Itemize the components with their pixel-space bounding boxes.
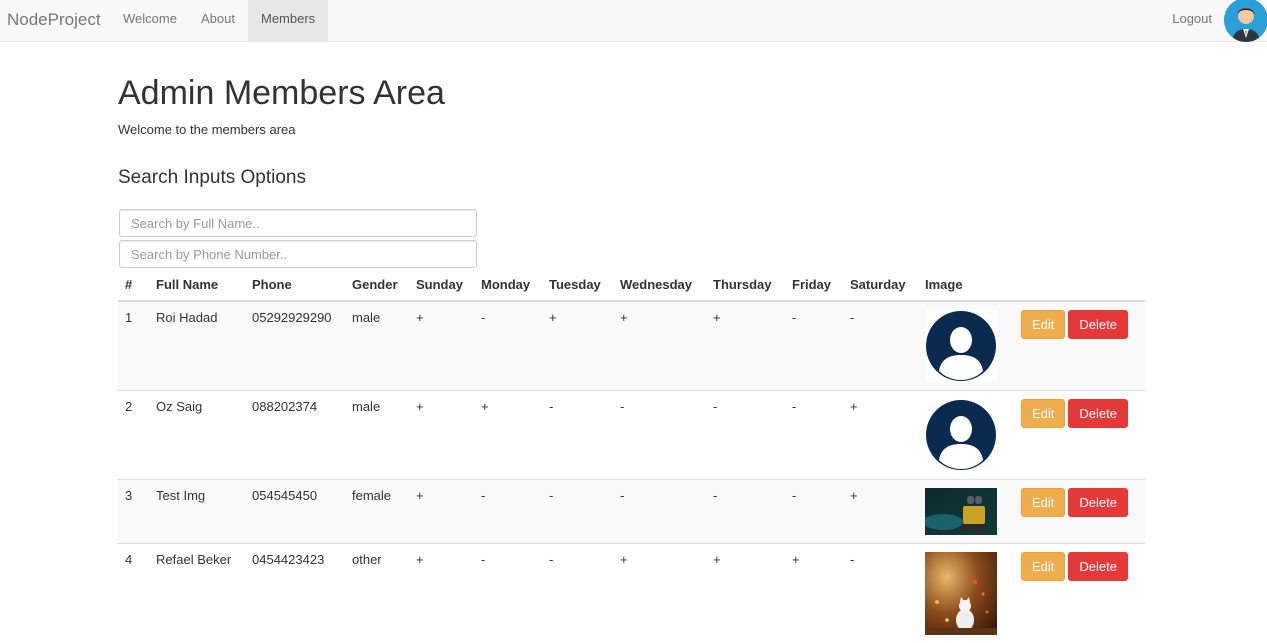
cell-name: Refael Beker: [149, 544, 245, 643]
edit-button[interactable]: Edit: [1021, 399, 1065, 428]
cell-friday: -: [785, 391, 843, 480]
col-friday: Friday: [785, 270, 843, 301]
col-thursday: Thursday: [706, 270, 785, 301]
col-full-name: Full Name: [149, 270, 245, 301]
nav-welcome[interactable]: Welcome: [110, 0, 190, 41]
cell-name: Test Img: [149, 480, 245, 544]
cell-phone: 0454423423: [245, 544, 345, 643]
cell-sunday: +: [409, 391, 474, 480]
cell-sunday: +: [409, 301, 474, 391]
table-row: 3 Test Img 054545450 female + - - - - - …: [118, 480, 1145, 544]
cell-num: 4: [118, 544, 149, 643]
cell-tuesday: +: [542, 301, 613, 391]
table-row: 1 Roi Hadad 05292929290 male + - + + + -…: [118, 301, 1145, 391]
col-phone: Phone: [245, 270, 345, 301]
brand[interactable]: NodeProject: [7, 10, 101, 30]
delete-button[interactable]: Delete: [1068, 552, 1128, 581]
cell-tuesday: -: [542, 391, 613, 480]
cell-thursday: -: [706, 391, 785, 480]
cell-actions: EditDelete: [1014, 301, 1145, 391]
edit-button[interactable]: Edit: [1021, 488, 1065, 517]
cell-actions: EditDelete: [1014, 480, 1145, 544]
col-image: Image: [918, 270, 1014, 301]
search-name-input[interactable]: [119, 209, 477, 237]
cell-wednesday: -: [613, 391, 706, 480]
cell-friday: +: [785, 544, 843, 643]
default-avatar-icon: [925, 399, 997, 471]
cell-image: [918, 544, 1014, 643]
page-title: Admin Members Area: [118, 74, 445, 113]
col-sunday: Sunday: [409, 270, 474, 301]
cell-friday: -: [785, 301, 843, 391]
cell-tuesday: -: [542, 544, 613, 643]
col-monday: Monday: [474, 270, 542, 301]
table-header-row: # Full Name Phone Gender Sunday Monday T…: [118, 270, 1145, 301]
cell-monday: -: [474, 544, 542, 643]
cell-wednesday: +: [613, 544, 706, 643]
logout-link[interactable]: Logout: [1172, 0, 1212, 41]
navbar: NodeProject Welcome About Members Logout: [0, 0, 1267, 42]
cell-saturday: +: [843, 480, 918, 544]
delete-button[interactable]: Delete: [1068, 399, 1128, 428]
cell-thursday: -: [706, 480, 785, 544]
table-row: 2 Oz Saig 088202374 male + + - - - - + E…: [118, 391, 1145, 480]
robot-photo-image: [925, 488, 997, 535]
col-saturday: Saturday: [843, 270, 918, 301]
cell-thursday: +: [706, 544, 785, 643]
table-row: 4 Refael Beker 0454423423 other + - - + …: [118, 544, 1145, 643]
edit-button[interactable]: Edit: [1021, 552, 1065, 581]
col-gender: Gender: [345, 270, 409, 301]
default-avatar-icon: [925, 310, 997, 382]
cell-actions: EditDelete: [1014, 544, 1145, 643]
cell-tuesday: -: [542, 480, 613, 544]
cell-wednesday: +: [613, 301, 706, 391]
cell-phone: 088202374: [245, 391, 345, 480]
cell-gender: female: [345, 480, 409, 544]
cell-name: Roi Hadad: [149, 301, 245, 391]
search-heading: Search Inputs Options: [118, 167, 306, 189]
nav-members[interactable]: Members: [248, 0, 328, 41]
welcome-text: Welcome to the members area: [118, 122, 296, 137]
cell-monday: -: [474, 301, 542, 391]
nav-about[interactable]: About: [188, 0, 248, 41]
cell-monday: +: [474, 391, 542, 480]
cell-image: [918, 391, 1014, 480]
col-wednesday: Wednesday: [613, 270, 706, 301]
cell-actions: EditDelete: [1014, 391, 1145, 480]
delete-button[interactable]: Delete: [1068, 488, 1128, 517]
avatar[interactable]: [1224, 0, 1267, 42]
cell-thursday: +: [706, 301, 785, 391]
delete-button[interactable]: Delete: [1068, 310, 1128, 339]
search-phone-input[interactable]: [119, 240, 477, 268]
cell-num: 3: [118, 480, 149, 544]
cell-phone: 054545450: [245, 480, 345, 544]
cell-gender: male: [345, 301, 409, 391]
cell-gender: male: [345, 391, 409, 480]
cell-name: Oz Saig: [149, 391, 245, 480]
cell-monday: -: [474, 480, 542, 544]
cell-saturday: +: [843, 391, 918, 480]
user-avatar-icon: [1224, 0, 1267, 42]
cell-num: 1: [118, 301, 149, 391]
cell-num: 2: [118, 391, 149, 480]
col-num: #: [118, 270, 149, 301]
cat-photo-image: [925, 552, 997, 635]
cell-phone: 05292929290: [245, 301, 345, 391]
cell-image: [918, 301, 1014, 391]
edit-button[interactable]: Edit: [1021, 310, 1065, 339]
cell-gender: other: [345, 544, 409, 643]
col-actions: [1014, 270, 1145, 301]
cell-saturday: -: [843, 544, 918, 643]
cell-sunday: +: [409, 480, 474, 544]
cell-sunday: +: [409, 544, 474, 643]
cell-image: [918, 480, 1014, 544]
members-table: # Full Name Phone Gender Sunday Monday T…: [118, 270, 1145, 643]
cell-friday: -: [785, 480, 843, 544]
cell-saturday: -: [843, 301, 918, 391]
col-tuesday: Tuesday: [542, 270, 613, 301]
cell-wednesday: -: [613, 480, 706, 544]
